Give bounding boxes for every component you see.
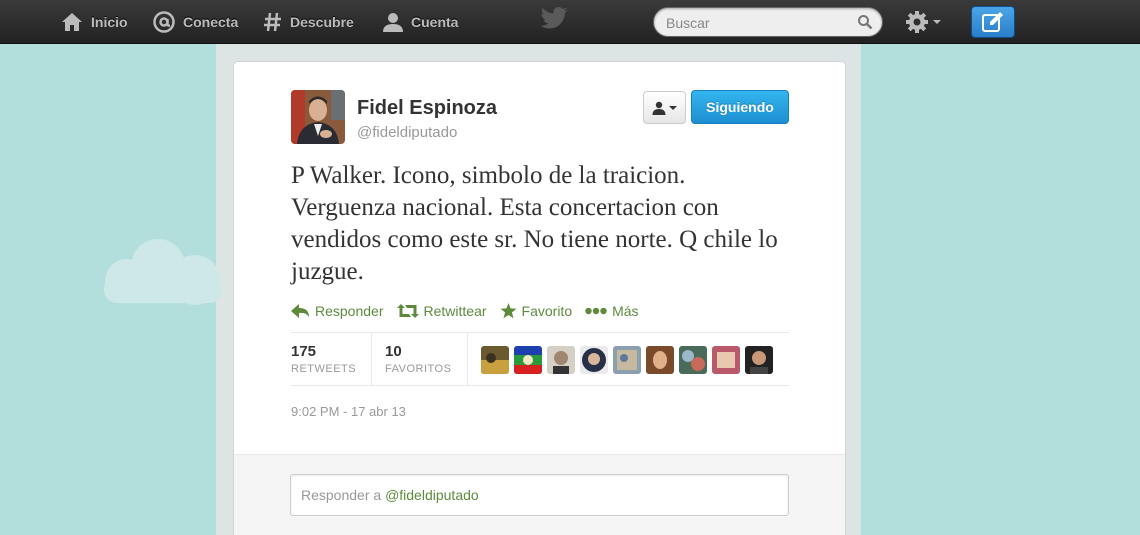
stats-divider (467, 333, 468, 386)
reply-label: Responder (315, 303, 384, 319)
user-actions-dropdown[interactable] (643, 91, 686, 124)
tweet-stats: 175 RETWEETS 10 FAVORITOS (291, 332, 789, 386)
reply-placeholder: Responder a @fideldiputado (301, 487, 479, 503)
reply-arrow-icon (291, 304, 309, 318)
favorite-label: Favorito (521, 303, 573, 319)
more-dots-icon (585, 307, 607, 315)
gear-icon (906, 11, 928, 33)
user-avatar[interactable] (679, 346, 707, 374)
reply-action[interactable]: Responder (291, 303, 384, 319)
person-icon (383, 13, 403, 32)
tweet-timestamp[interactable]: 9:02 PM - 17 abr 13 (291, 404, 406, 419)
chevron-down-icon (933, 20, 941, 24)
nav-connect-label: Conecta (183, 14, 239, 30)
user-avatar[interactable] (481, 346, 509, 374)
retweet-label: Retwittear (423, 303, 487, 319)
author-name[interactable]: Fidel Espinoza (357, 97, 497, 120)
following-button[interactable]: Siguiendo (691, 90, 789, 124)
settings-menu[interactable] (905, 10, 941, 34)
star-icon (500, 303, 517, 319)
retweet-action[interactable]: Retwittear (396, 303, 487, 319)
search-icon[interactable] (857, 14, 873, 30)
reply-section: Responder a @fideldiputado (234, 454, 845, 535)
reply-mention: @fideldiputado (385, 487, 479, 503)
nav-discover[interactable]: Descubre (263, 0, 354, 44)
user-avatar[interactable] (745, 346, 773, 374)
user-avatar[interactable] (613, 346, 641, 374)
stats-divider (371, 333, 372, 386)
user-avatar[interactable] (580, 346, 608, 374)
favorites-stat[interactable]: 10 FAVORITOS (385, 333, 465, 386)
user-avatar[interactable] (712, 346, 740, 374)
search-input[interactable] (666, 14, 846, 32)
cloud-decoration (104, 239, 222, 305)
more-label: Más (612, 303, 639, 319)
twitter-bird-icon[interactable] (540, 6, 570, 32)
compose-tweet-button[interactable] (971, 6, 1015, 38)
tweet-actions: Responder Retwittear Favorito Más (291, 300, 652, 322)
favoriters-avatars (481, 346, 778, 374)
author-avatar[interactable] (291, 90, 345, 144)
favorites-count: 10 (385, 343, 402, 360)
nav-discover-label: Descubre (290, 14, 354, 30)
tweet-card: Fidel Espinoza @fideldiputado Siguiendo … (233, 61, 846, 535)
retweets-label: RETWEETS (291, 363, 357, 375)
more-action[interactable]: Más (585, 303, 639, 319)
home-icon (62, 13, 82, 31)
nav-account-label: Cuenta (411, 14, 459, 30)
avatar-photo (291, 90, 345, 144)
user-avatar[interactable] (646, 346, 674, 374)
favorites-label: FAVORITOS (385, 363, 452, 375)
top-navigation-bar: Inicio Conecta Descubre Cuenta (0, 0, 1140, 44)
reply-prefix: Responder a (301, 487, 386, 503)
user-avatar[interactable] (547, 346, 575, 374)
nav-connect[interactable]: Conecta (152, 0, 238, 44)
retweets-count: 175 (291, 343, 317, 360)
nav-home-label: Inicio (91, 14, 128, 30)
retweets-stat[interactable]: 175 RETWEETS (291, 333, 371, 386)
nav-home[interactable]: Inicio (60, 0, 128, 44)
reply-input[interactable]: Responder a @fideldiputado (290, 474, 789, 516)
author-handle[interactable]: @fideldiputado (357, 124, 457, 141)
favorite-action[interactable]: Favorito (500, 303, 573, 319)
search-box[interactable] (653, 7, 883, 37)
retweet-icon (396, 304, 419, 318)
hashtag-icon (264, 12, 281, 32)
at-sign-icon (153, 11, 175, 33)
chevron-down-icon (669, 105, 677, 110)
compose-icon (982, 12, 1003, 32)
nav-account[interactable]: Cuenta (382, 0, 458, 44)
person-icon (652, 101, 666, 115)
user-avatar[interactable] (514, 346, 542, 374)
tweet-text: P Walker. Icono, simbolo de la traicion.… (291, 162, 778, 285)
